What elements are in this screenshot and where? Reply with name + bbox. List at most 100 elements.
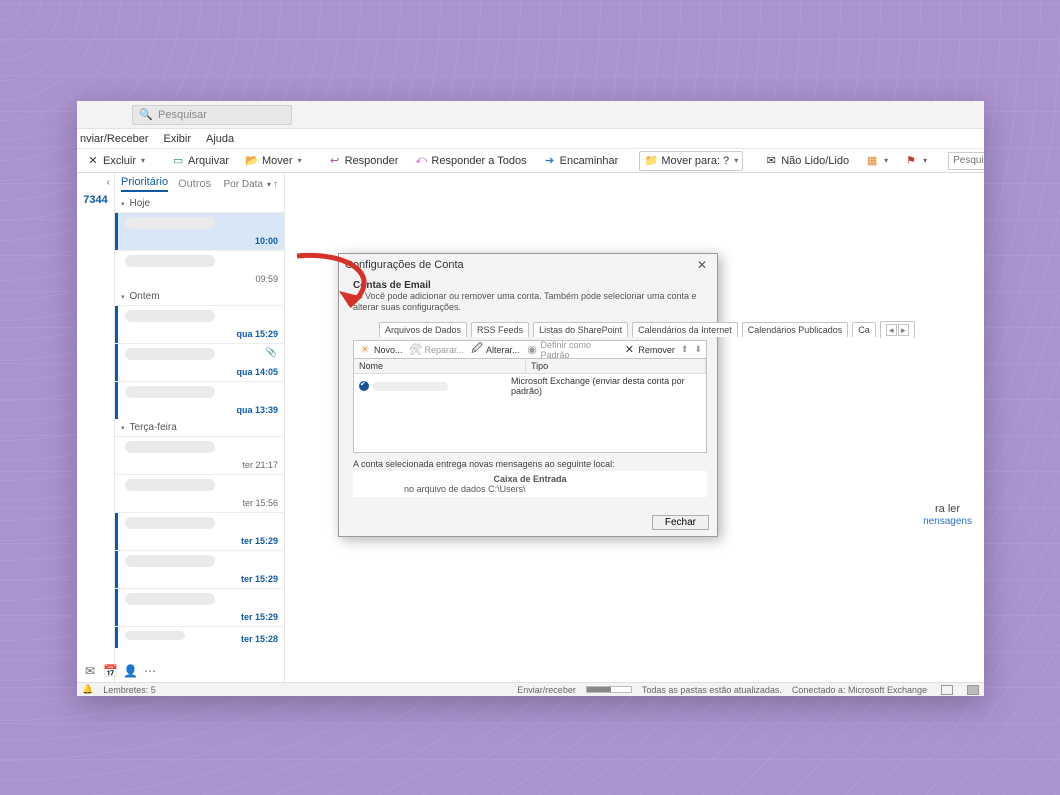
change-icon: 🖉 (470, 343, 484, 357)
list-item[interactable]: ter 21:17 (115, 436, 284, 474)
novo-button[interactable]: ✳Novo... (358, 343, 403, 357)
repair-icon: 🛠 (409, 343, 423, 357)
default-check-icon (359, 381, 369, 391)
collapse-rail-icon[interactable]: ‹ (107, 177, 110, 188)
list-item[interactable]: ter 15:56 (115, 474, 284, 512)
padrao-button[interactable]: ◉Definir como Padrão (526, 340, 617, 360)
list-item[interactable]: 📎qua 14:05 (115, 343, 284, 381)
account-name-redacted (373, 382, 448, 391)
mover-button[interactable]: 📂 Mover▾ (240, 151, 307, 171)
default-icon: ◉ (526, 343, 539, 357)
location-box: Caixa de Entrada no arquivo de dados C:\… (353, 471, 707, 497)
list-item[interactable]: ter 15:28 (115, 626, 284, 648)
tab-prioritario[interactable]: Prioritário (121, 176, 168, 192)
nao-lido-button[interactable]: ✉ Não Lido/Lido (759, 151, 854, 171)
categorias-button[interactable]: ▦▾ (860, 151, 893, 171)
reply-all-icon: ⤺ (414, 154, 428, 168)
calendar-icon[interactable]: 📅 (103, 664, 117, 678)
tab-sharepoint[interactable]: Listas do SharePoint (533, 322, 628, 337)
sort-dropdown[interactable]: Por Data ▾ ↑ (224, 179, 278, 190)
nav-bar: ✉ 📅 👤 ⋯ (83, 664, 157, 678)
progress-bar (586, 686, 632, 693)
view-normal-icon[interactable] (941, 685, 953, 695)
list-item[interactable]: qua 13:39 (115, 381, 284, 419)
close-button[interactable]: ✕ (693, 258, 711, 272)
new-icon: ✳ (358, 343, 372, 357)
folder-icon: 📁 (644, 154, 658, 168)
search-row: 🔍 Pesquisar (77, 101, 984, 129)
move-down-icon[interactable]: ⬇ (694, 344, 702, 355)
bell-icon[interactable]: 🔔 (82, 684, 93, 695)
chevron-down-icon: ▾ (267, 180, 271, 189)
view-reading-icon[interactable] (967, 685, 979, 695)
menu-enviar-receber[interactable]: nviar/Receber (80, 133, 148, 145)
col-nome: Nome (354, 359, 526, 373)
message-list: Prioritário Outros Por Data ▾ ↑ Hoje 10:… (115, 173, 285, 682)
people-icon[interactable]: 👤 (123, 664, 137, 678)
account-type: Microsoft Exchange (enviar desta conta p… (511, 376, 701, 396)
col-tipo: Tipo (526, 359, 706, 373)
list-item[interactable]: ter 15:29 (115, 588, 284, 626)
reparar-button[interactable]: 🛠Reparar... (409, 343, 465, 357)
pesquisa-pessoas-input[interactable] (948, 152, 984, 170)
tab-scroll-right-icon[interactable]: ▸ (898, 324, 909, 336)
menu-bar: nviar/Receber Exibir Ajuda (77, 129, 984, 149)
section-desc: Você pode adicionar ou remover uma conta… (353, 291, 697, 312)
mail-icon[interactable]: ✉ (83, 664, 97, 678)
group-hoje[interactable]: Hoje (115, 195, 284, 212)
dialog-titlebar: Configurações de Conta ✕ (339, 254, 717, 276)
arquivo-dados: no arquivo de dados C:\Users\ (404, 484, 696, 494)
mover-para-button[interactable]: 📁 Mover para: ?▾ (639, 151, 743, 171)
fechar-button[interactable]: Fechar (652, 515, 709, 530)
remove-icon: ✕ (622, 343, 636, 357)
list-item[interactable]: 10:00 (115, 212, 284, 250)
delivery-info: A conta selecionada entrega novas mensag… (353, 459, 707, 469)
list-item[interactable]: ter 15:29 (115, 512, 284, 550)
unread-count: 7344 (83, 194, 107, 206)
lembretes-label: Lembretes: 5 (103, 685, 156, 695)
group-terca[interactable]: Terça-feira (115, 419, 284, 436)
reply-icon: ↩ (328, 154, 342, 168)
search-input[interactable]: 🔍 Pesquisar (132, 105, 292, 125)
more-icon[interactable]: ⋯ (143, 664, 157, 678)
left-rail: ‹ 7344 (77, 173, 115, 682)
encaminhar-button[interactable]: ➔ Encaminhar (538, 151, 624, 171)
responder-todos-button[interactable]: ⤺ Responder a Todos (409, 151, 531, 171)
tab-cal-publicados[interactable]: Calendários Publicados (742, 322, 849, 337)
list-item[interactable]: ter 15:29 (115, 550, 284, 588)
search-placeholder: Pesquisar (158, 109, 207, 121)
move-up-icon[interactable]: ⬆ (681, 344, 689, 355)
tab-outros[interactable]: Outros (178, 178, 211, 190)
list-item[interactable]: 09:59 (115, 250, 284, 288)
delete-icon: ✕ (86, 154, 100, 168)
sinalizador-button[interactable]: ⚑▾ (899, 151, 932, 171)
remover-button[interactable]: ✕Remover (622, 343, 675, 357)
table-row[interactable]: Microsoft Exchange (enviar desta conta p… (354, 374, 706, 398)
arquivar-button[interactable]: ▭ Arquivar (166, 151, 234, 171)
ribbon: ✕ Excluir▾ ▭ Arquivar 📂 Mover▾ ↩ Respond… (77, 149, 984, 173)
reading-hint: ra ler nensagens (923, 503, 972, 527)
alterar-button[interactable]: 🖉Alterar... (470, 343, 520, 357)
dialog-title: Configurações de Conta (345, 259, 464, 271)
tab-rss[interactable]: RSS Feeds (471, 322, 529, 337)
move-icon: 📂 (245, 154, 259, 168)
caixa-entrada: Caixa de Entrada (364, 474, 696, 484)
responder-button[interactable]: ↩ Responder (323, 151, 404, 171)
menu-exibir[interactable]: Exibir (163, 133, 191, 145)
categories-icon: ▦ (865, 154, 879, 168)
tab-overflow[interactable]: Ca (852, 322, 876, 337)
tab-scroll-left-icon[interactable]: ◂ (886, 324, 897, 336)
reading-hint-link[interactable]: nensagens (923, 516, 972, 527)
excluir-button[interactable]: ✕ Excluir▾ (81, 151, 150, 171)
envelope-icon: ✉ (764, 154, 778, 168)
tab-cal-internet[interactable]: Calendários da Internet (632, 322, 738, 337)
status-enviar: Enviar/receber (517, 685, 576, 695)
forward-icon: ➔ (543, 154, 557, 168)
status-pastas: Todas as pastas estão atualizadas. (642, 685, 782, 695)
sort-arrow-icon: ↑ (273, 179, 278, 190)
tab-arquivos-dados[interactable]: Arquivos de Dados (379, 322, 467, 337)
menu-ajuda[interactable]: Ajuda (206, 133, 234, 145)
list-item[interactable]: qua 15:29 (115, 305, 284, 343)
section-title: Contas de Email (353, 280, 431, 291)
group-ontem[interactable]: Ontem (115, 288, 284, 305)
